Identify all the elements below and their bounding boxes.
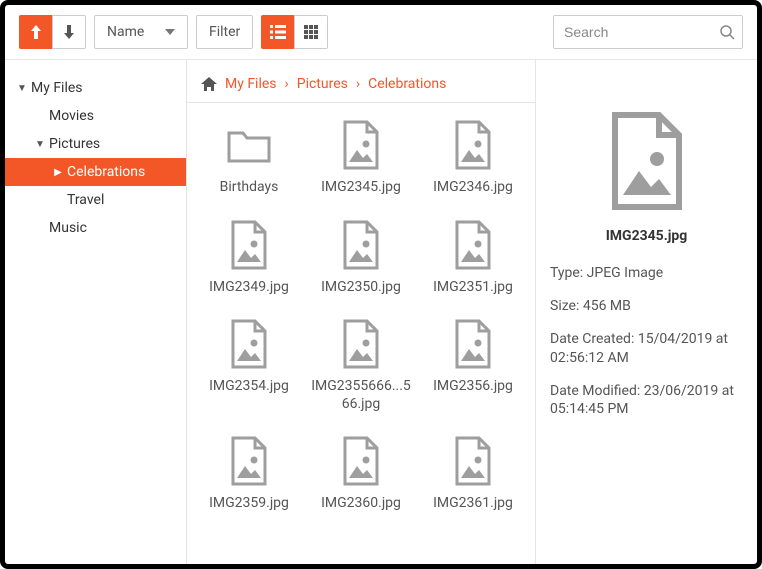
- image-file-icon: [338, 117, 384, 173]
- details-type: Type: JPEG Image: [550, 264, 743, 283]
- search-icon: [719, 24, 735, 40]
- file-name: IMG2355666...566.jpg: [311, 378, 411, 413]
- image-file-icon: [450, 316, 496, 372]
- tree-label: Movies: [49, 108, 104, 124]
- image-file-icon: [226, 217, 272, 273]
- home-icon[interactable]: [201, 77, 217, 91]
- image-file-icon: [450, 117, 496, 173]
- file-item[interactable]: IMG2361.jpg: [421, 433, 525, 513]
- tree-item-travel[interactable]: Travel: [5, 186, 186, 214]
- image-file-icon: [450, 433, 496, 489]
- filter-button[interactable]: Filter: [196, 15, 253, 49]
- caret-down-icon: ▼: [31, 139, 49, 150]
- file-item[interactable]: IMG2354.jpg: [197, 316, 301, 413]
- sidebar: ▼ My Files Movies ▼ Pictures ▶ Celebrati…: [5, 60, 187, 564]
- preview-thumbnail: [602, 106, 692, 216]
- details-size: Size: 456 MB: [550, 297, 743, 316]
- arrow-up-icon: [30, 25, 42, 39]
- view-mode-group: [261, 15, 328, 49]
- details-modified: Date Modified: 23/06/2019 at 05:14:45 PM: [550, 382, 743, 420]
- chevron-right-icon: ›: [356, 76, 360, 92]
- file-name: IMG2345.jpg: [321, 179, 401, 197]
- breadcrumb: My Files › Pictures › Celebrations: [187, 60, 535, 103]
- search-input[interactable]: [553, 15, 743, 49]
- file-name: IMG2361.jpg: [433, 495, 513, 513]
- image-file-icon: [226, 433, 272, 489]
- file-manager-window: Name Filter: [0, 0, 762, 569]
- sort-field-dropdown[interactable]: Name: [94, 15, 188, 49]
- tree-label: Travel: [67, 192, 114, 208]
- file-name: IMG2346.jpg: [433, 179, 513, 197]
- file-item[interactable]: IMG2360.jpg: [309, 433, 413, 513]
- file-item[interactable]: IMG2359.jpg: [197, 433, 301, 513]
- file-name: IMG2354.jpg: [209, 378, 289, 396]
- file-name: IMG2356.jpg: [433, 378, 513, 396]
- file-item[interactable]: IMG2349.jpg: [197, 217, 301, 297]
- file-name: IMG2359.jpg: [209, 495, 289, 513]
- folder-item[interactable]: Birthdays: [197, 117, 301, 197]
- caret-right-icon: ▶: [49, 167, 67, 178]
- tree-label: My Files: [31, 80, 93, 96]
- list-icon: [270, 25, 286, 39]
- sort-field-label: Name: [107, 24, 144, 40]
- chevron-down-icon: [165, 29, 175, 35]
- image-file-icon: [450, 217, 496, 273]
- file-grid-scroll[interactable]: Birthdays IMG2345.jpg IMG2346.jpg IMG2349.j…: [187, 103, 535, 564]
- tree-item-myfiles[interactable]: ▼ My Files: [5, 74, 186, 102]
- view-list-button[interactable]: [261, 15, 295, 49]
- tree-item-pictures[interactable]: ▼ Pictures: [5, 130, 186, 158]
- tree-item-music[interactable]: Music: [5, 214, 186, 242]
- grid-icon: [304, 25, 318, 39]
- image-file-icon: [226, 316, 272, 372]
- image-file-icon: [338, 433, 384, 489]
- details-filename: IMG2345.jpg: [550, 228, 743, 244]
- chevron-right-icon: ›: [285, 76, 289, 92]
- filter-label: Filter: [209, 24, 240, 40]
- main: My Files › Pictures › Celebrations Birth…: [187, 60, 535, 564]
- file-item[interactable]: IMG2345.jpg: [309, 117, 413, 197]
- toolbar: Name Filter: [5, 5, 757, 60]
- image-file-icon: [338, 217, 384, 273]
- image-file-icon: [338, 316, 384, 372]
- breadcrumb-item[interactable]: My Files: [225, 76, 277, 92]
- file-item[interactable]: IMG2356.jpg: [421, 316, 525, 413]
- file-item[interactable]: IMG2355666...566.jpg: [309, 316, 413, 413]
- tree-item-movies[interactable]: Movies: [5, 102, 186, 130]
- file-name: IMG2360.jpg: [321, 495, 401, 513]
- file-item[interactable]: IMG2350.jpg: [309, 217, 413, 297]
- file-grid: Birthdays IMG2345.jpg IMG2346.jpg IMG2349.j…: [197, 117, 525, 513]
- file-name: Birthdays: [220, 179, 279, 197]
- sort-direction-group: [19, 15, 86, 49]
- tree-label: Celebrations: [67, 164, 155, 180]
- arrow-down-icon: [63, 25, 75, 39]
- folder-icon: [226, 117, 272, 173]
- tree-item-celebrations[interactable]: ▶ Celebrations: [5, 158, 186, 186]
- sort-desc-button[interactable]: [52, 15, 86, 49]
- details-panel: IMG2345.jpg Type: JPEG Image Size: 456 M…: [535, 60, 757, 564]
- tree-label: Pictures: [49, 136, 110, 152]
- caret-down-icon: ▼: [13, 83, 31, 94]
- body: ▼ My Files Movies ▼ Pictures ▶ Celebrati…: [5, 60, 757, 564]
- sort-asc-button[interactable]: [19, 15, 53, 49]
- file-item[interactable]: IMG2351.jpg: [421, 217, 525, 297]
- file-name: IMG2350.jpg: [321, 279, 401, 297]
- breadcrumb-item[interactable]: Celebrations: [368, 76, 446, 92]
- details-created: Date Created: 15/04/2019 at 02:56:12 AM: [550, 330, 743, 368]
- file-name: IMG2351.jpg: [433, 279, 513, 297]
- view-grid-button[interactable]: [294, 15, 328, 49]
- file-name: IMG2349.jpg: [209, 279, 289, 297]
- tree-label: Music: [49, 220, 97, 236]
- breadcrumb-item[interactable]: Pictures: [297, 76, 348, 92]
- search-box: [553, 15, 743, 49]
- file-item[interactable]: IMG2346.jpg: [421, 117, 525, 197]
